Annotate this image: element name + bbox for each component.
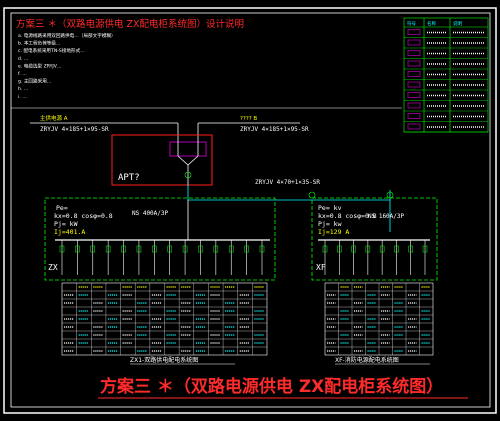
- zx-pj: Pj= kW: [54, 220, 78, 228]
- zx-branches: [59, 240, 265, 275]
- feeder-a-label: 主供电源 A: [40, 114, 68, 122]
- legend-symbol: [407, 102, 421, 109]
- legend-col-name: 名称: [427, 20, 436, 27]
- schematic-svg: 方案三 ＊（双路电源供电 ZX配电柜系统图）设计说明 a. 电源线路采用双回路供…: [3, 7, 497, 414]
- zx-ij: Ij=401.A: [54, 228, 85, 236]
- design-note-line: a. 电源线路采用双回路供电…（局部文字模糊）: [18, 32, 116, 39]
- zx-tag: ZX: [48, 263, 58, 272]
- legend-symbol: [407, 50, 421, 56]
- xf-caption: XF-消防电源配电系统图: [335, 356, 399, 364]
- design-note-line: b. 本工程负荷等级…: [18, 40, 61, 47]
- design-note-line: d. …: [18, 56, 29, 62]
- zx-kx: kx=0.8 cosφ=0.8: [54, 212, 113, 220]
- legend-symbol: [407, 81, 421, 88]
- design-notes: a. 电源线路采用双回路供电…（局部文字模糊）b. 本工程负荷等级…c. 配电系…: [18, 32, 116, 100]
- xf-breaker: NS 160A/3P: [368, 213, 405, 220]
- feeder-b-cable: ZRYJV 4×185+1×95-SR: [240, 126, 309, 133]
- link-cable-label: ZRYJV 4×70+1×35-SR: [255, 179, 320, 186]
- design-note-line: h. …: [18, 86, 29, 92]
- xf-circuit-table: [324, 282, 434, 356]
- legend-symbol: [407, 92, 421, 98]
- design-notes-title: 方案三 ＊（双路电源供电 ZX配电柜系统图）设计说明: [16, 18, 244, 30]
- feeder-a-cable: ZRYJV 4×185+1×95-SR: [40, 126, 109, 133]
- zx-caption: ZX1-双路供电配电系统图: [130, 356, 198, 364]
- cad-drawing-canvas: 方案三 ＊（双路电源供电 ZX配电柜系统图）设计说明 a. 电源线路采用双回路供…: [0, 0, 500, 421]
- ats-switch: [169, 141, 207, 157]
- main-title: 方案三 ＊（双路电源供电 ZX配电柜系统图）: [100, 376, 443, 397]
- xf-ij: Ij=129 A: [318, 228, 349, 236]
- design-note-line: g. 主回路采用…: [18, 78, 52, 85]
- legend-col-note: 说明: [453, 20, 462, 27]
- xf-tag: XF: [316, 263, 326, 272]
- zx-circuit-table: [61, 282, 268, 356]
- legend-symbol: [407, 71, 421, 77]
- outer-frame: [3, 7, 497, 414]
- inner-frame: [10, 12, 491, 408]
- design-note-line: e. 电缆选型 ZRYJV…: [18, 62, 62, 69]
- legend-symbol: [407, 39, 421, 46]
- legend-symbol: [407, 123, 421, 130]
- xf-pj: Pj= kw: [318, 220, 342, 228]
- legend-symbol: [407, 29, 421, 35]
- design-note-line: f. …: [18, 71, 27, 77]
- design-note-line: i. …: [18, 94, 27, 100]
- legend-table: 符号 名称 说明: [403, 17, 489, 133]
- legend-symbol: [407, 60, 421, 67]
- feeder-b-label: ???? B: [240, 116, 257, 122]
- xf-branches: [322, 240, 428, 275]
- design-note-line: c. 配电系统采用TN-S接地形式…: [18, 47, 85, 54]
- zx-breaker: NS 400A/3P: [132, 210, 169, 217]
- apt-label: APT?: [118, 173, 140, 183]
- xf-pe: Pe= kv: [318, 204, 342, 212]
- legend-col-symbol: 符号: [407, 20, 416, 27]
- legend-symbol: [407, 113, 421, 119]
- zx-pe: Pe=: [56, 204, 68, 212]
